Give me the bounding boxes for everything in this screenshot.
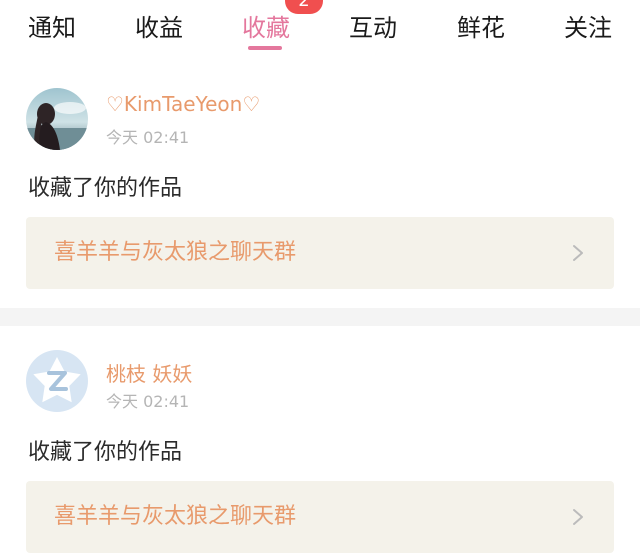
tab-flowers[interactable]: 鲜花 <box>453 8 509 48</box>
notification-item: 桃枝 妖妖 今天 02:41 收藏了你的作品 喜羊羊与灰太狼之聊天群 <box>0 326 640 556</box>
tab-notifications[interactable]: 通知 <box>24 8 80 48</box>
tab-interactions[interactable]: 互动 <box>345 8 401 48</box>
active-tab-indicator <box>248 46 282 50</box>
username[interactable]: ♡KimTaeYeon♡ <box>106 92 260 116</box>
favorites-count-badge: 2 <box>285 0 323 14</box>
chevron-right-icon <box>573 509 583 525</box>
action-text: 收藏了你的作品 <box>28 440 183 465</box>
tab-favorites[interactable]: 收藏 <box>238 8 294 48</box>
action-text: 收藏了你的作品 <box>28 176 183 201</box>
work-link[interactable]: 喜羊羊与灰太狼之聊天群 <box>26 481 614 553</box>
tab-earnings[interactable]: 收益 <box>131 8 187 48</box>
work-title: 喜羊羊与灰太狼之聊天群 <box>54 504 297 529</box>
tab-bar: 通知 收益 收藏 互动 鲜花 关注 2 <box>0 0 640 64</box>
notification-item: ♡KimTaeYeon♡ 今天 02:41 收藏了你的作品 喜羊羊与灰太狼之聊天… <box>0 64 640 308</box>
section-divider <box>0 308 640 326</box>
timestamp: 今天 02:41 <box>106 392 190 411</box>
timestamp: 今天 02:41 <box>106 128 190 147</box>
work-title: 喜羊羊与灰太狼之聊天群 <box>54 240 297 265</box>
chevron-right-icon <box>573 245 583 261</box>
avatar[interactable] <box>26 88 88 150</box>
work-link[interactable]: 喜羊羊与灰太狼之聊天群 <box>26 217 614 289</box>
avatar[interactable] <box>26 350 88 412</box>
tab-following[interactable]: 关注 <box>560 8 616 48</box>
username[interactable]: 桃枝 妖妖 <box>106 358 192 387</box>
